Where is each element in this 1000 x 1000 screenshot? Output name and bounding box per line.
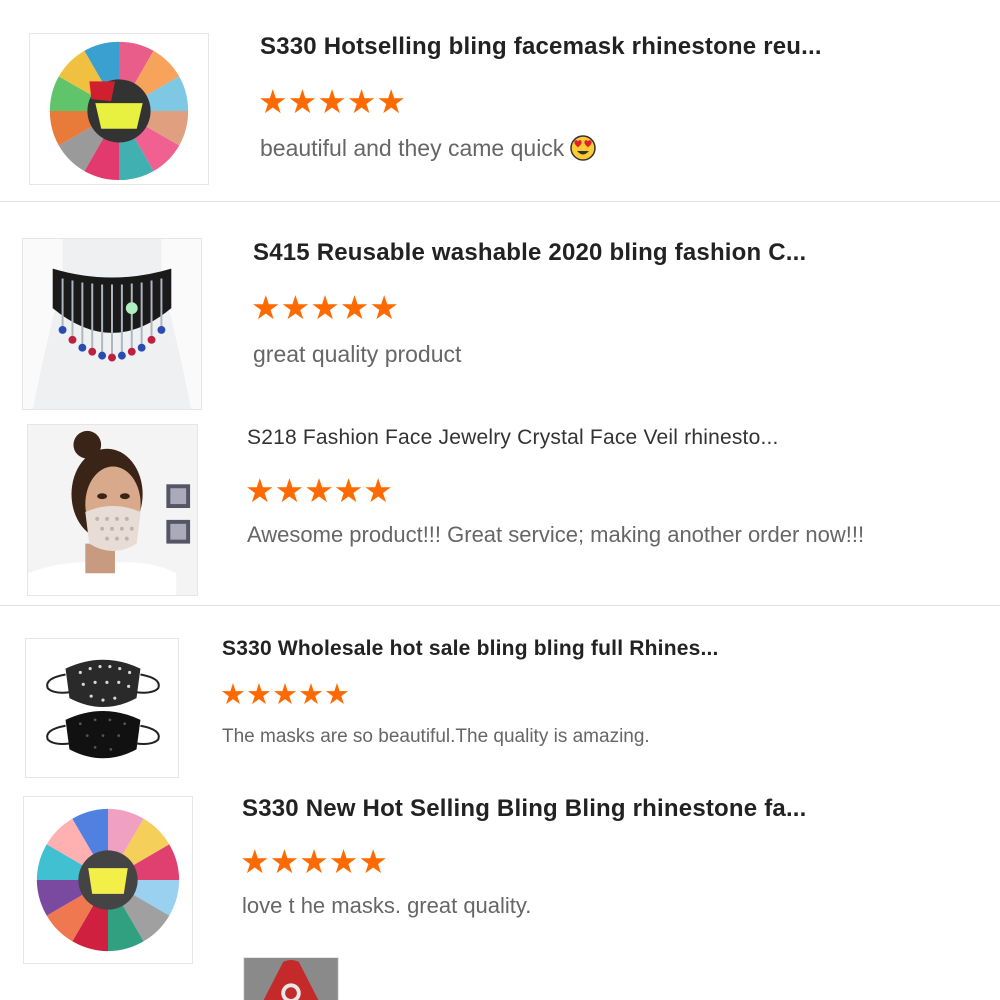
star-icon: ★ bbox=[328, 843, 359, 880]
star-icon: ★ bbox=[333, 472, 364, 509]
star-icon: ★ bbox=[246, 679, 272, 711]
star-icon: ★ bbox=[280, 289, 311, 326]
product-title[interactable]: S330 New Hot Selling Bling Bling rhinest… bbox=[242, 795, 807, 823]
star-icon: ★ bbox=[272, 679, 298, 711]
star-rating: ★ ★ ★ ★ ★ bbox=[245, 474, 393, 507]
star-icon: ★ bbox=[299, 843, 329, 880]
heart-eyes-emoji-icon bbox=[570, 135, 597, 161]
next-product-image-icon bbox=[244, 958, 338, 1000]
star-icon: ★ bbox=[240, 843, 270, 880]
star-icon: ★ bbox=[269, 843, 300, 880]
star-icon: ★ bbox=[274, 472, 305, 509]
star-icon: ★ bbox=[317, 83, 347, 120]
star-rating: ★ ★ ★ ★ ★ bbox=[258, 85, 406, 118]
product-thumbnail[interactable] bbox=[22, 238, 202, 410]
product-thumbnail[interactable] bbox=[243, 957, 339, 1000]
product-title[interactable]: S218 Fashion Face Jewelry Crystal Face V… bbox=[247, 426, 779, 450]
product-thumbnail[interactable] bbox=[27, 424, 198, 596]
colorful-masks-icon bbox=[49, 41, 189, 181]
star-rating: ★ ★ ★ ★ ★ bbox=[240, 845, 388, 878]
star-rating: ★ ★ ★ ★ ★ bbox=[251, 291, 399, 324]
star-icon: ★ bbox=[346, 83, 377, 120]
star-icon: ★ bbox=[376, 83, 406, 120]
star-icon: ★ bbox=[287, 83, 318, 120]
star-icon: ★ bbox=[298, 679, 324, 711]
product-title[interactable]: S415 Reusable washable 2020 bling fashio… bbox=[253, 239, 806, 267]
star-icon: ★ bbox=[220, 679, 246, 711]
star-icon: ★ bbox=[310, 289, 340, 326]
star-icon: ★ bbox=[304, 472, 334, 509]
star-icon: ★ bbox=[358, 843, 388, 880]
star-icon: ★ bbox=[245, 472, 275, 509]
colorful-masks-icon bbox=[24, 797, 192, 963]
product-thumbnail[interactable] bbox=[29, 33, 209, 185]
star-rating: ★ ★ ★ ★ ★ bbox=[220, 681, 350, 710]
star-icon: ★ bbox=[369, 289, 399, 326]
product-title[interactable]: S330 Wholesale hot sale bling bling full… bbox=[222, 637, 719, 661]
star-icon: ★ bbox=[251, 289, 281, 326]
divider bbox=[0, 605, 1000, 606]
star-icon: ★ bbox=[339, 289, 370, 326]
review-comment: love t he masks. great quality. bbox=[242, 893, 532, 918]
review-comment: Awesome product!!! Great service; making… bbox=[247, 522, 865, 547]
product-thumbnail[interactable] bbox=[25, 638, 179, 778]
review-comment: beautiful and they came quick bbox=[260, 135, 597, 163]
review-comment-text: beautiful and they came quick bbox=[260, 135, 565, 161]
product-title[interactable]: S330 Hotselling bling facemask rhineston… bbox=[260, 33, 822, 61]
black-rhinestone-masks-icon bbox=[26, 639, 178, 777]
rhinestone-fringe-mask-icon bbox=[23, 239, 201, 409]
product-thumbnail[interactable] bbox=[23, 796, 193, 964]
star-icon: ★ bbox=[258, 83, 288, 120]
star-icon: ★ bbox=[324, 679, 350, 711]
review-comment: The masks are so beautiful.The quality i… bbox=[222, 726, 650, 747]
divider bbox=[0, 201, 1000, 202]
woman-crystal-veil-icon bbox=[28, 425, 197, 595]
review-comment: great quality product bbox=[253, 341, 462, 367]
star-icon: ★ bbox=[363, 472, 393, 509]
